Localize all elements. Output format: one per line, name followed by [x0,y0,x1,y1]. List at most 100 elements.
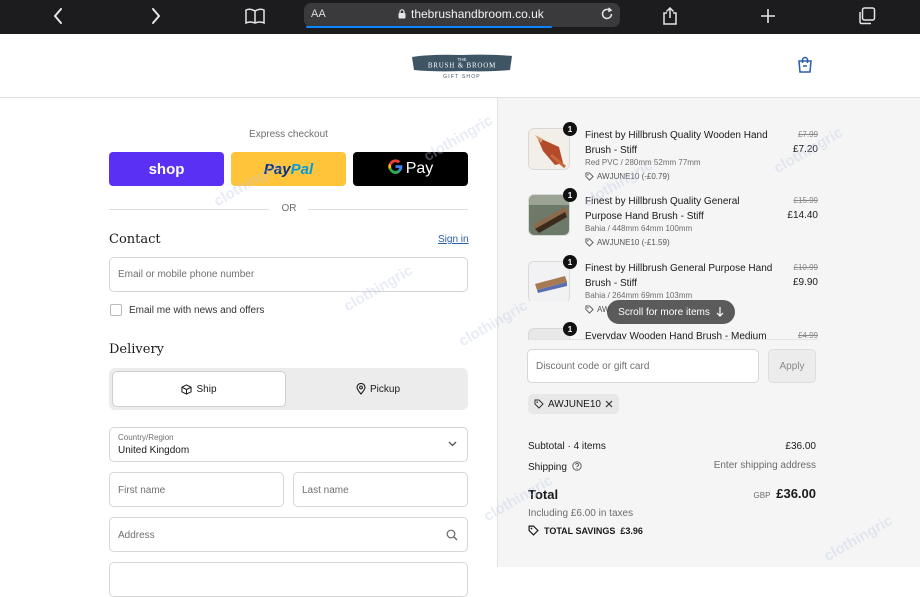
contact-heading: Contact [109,232,161,247]
country-value: United Kingdom [118,445,190,456]
sale-price: £9.90 [792,277,818,288]
tax-note: Including £6.00 in taxes [528,508,634,519]
sale-price: £7.20 [792,144,818,155]
share-icon[interactable] [658,5,682,27]
first-name-placeholder: First name [118,485,166,496]
paypal-button[interactable]: Pay Pal [231,152,346,186]
subtotal-value: £36.00 [785,441,816,452]
address-bar[interactable]: AA thebrushandbroom.co.uk [304,3,620,28]
or-label: OR [281,203,297,214]
delivery-method-toggle: Ship Pickup [109,368,468,410]
address-field[interactable]: Address [109,517,468,552]
quantity-badge: 1 [563,255,577,269]
product-discount: AWJUNE10 (-£0.79) [585,172,670,181]
sale-price: £14.40 [787,210,818,221]
product-name: Finest by Hillbrush General Purpose Hand… [585,263,773,289]
help-icon[interactable] [572,461,582,471]
newsletter-checkbox[interactable] [110,304,122,316]
quantity-badge: 1 [563,188,577,202]
discount-code-field[interactable]: Discount code or gift card [527,349,759,383]
country-select[interactable]: Country/Region United Kingdom [109,427,468,462]
store-header: THE BRUSH & BROOM GIFT SHOP [0,34,920,98]
country-field-label: Country/Region [118,433,174,442]
google-g-icon [387,159,403,179]
product-discount: AWJUNE10 (-£1.59) [585,238,670,247]
original-price: £15.99 [793,196,818,205]
shopping-bag-icon[interactable] [796,56,814,79]
express-checkout-label: Express checkout [249,129,328,140]
delivery-heading: Delivery [109,342,165,357]
savings-label: TOTAL SAVINGS [544,525,616,536]
product-image [528,128,570,170]
pickup-option[interactable]: Pickup [291,371,465,407]
shipping-row: Shipping Enter shipping address [528,460,816,473]
email-placeholder: Email or mobile phone number [118,269,255,280]
apply-label: Apply [779,360,805,372]
shop-pay-button[interactable]: shop [109,152,224,186]
shipping-value: Enter shipping address [713,460,816,471]
tag-icon [585,172,594,181]
chevron-down-icon [448,441,457,447]
product-variant: Bahia / 448mm 64mm 100mm [585,224,693,233]
subtotal-row: Subtotal · 4 items £36.00 [528,441,816,452]
first-name-field[interactable]: First name [109,472,284,507]
original-price: £4.99 [797,331,818,339]
brand-logo[interactable]: THE BRUSH & BROOM GIFT SHOP [410,52,514,82]
product-name: Everyday Wooden Hand Brush - Medium [585,331,767,339]
reader-aa-button[interactable]: AA [311,8,326,20]
logo-main-text: BRUSH & BROOM [428,62,496,70]
discount-placeholder: Discount code or gift card [536,361,650,372]
close-icon[interactable] [605,400,613,408]
list-divider [528,339,818,340]
reload-icon[interactable] [600,7,614,26]
or-divider: OR [109,202,468,216]
email-field[interactable]: Email or mobile phone number [109,257,468,292]
tag-icon [585,305,594,314]
apply-discount-button[interactable]: Apply [768,349,816,383]
quantity-badge: 1 [563,322,577,336]
scroll-hint-label: Scroll for more items [618,306,710,318]
product-name: Finest by Hillbrush Quality General Purp… [585,196,740,222]
ship-option[interactable]: Ship [112,371,286,407]
product-variant: Bahia / 264mm 69mm 103mm [585,291,693,300]
quantity-badge: 1 [563,122,577,136]
lock-icon [398,9,406,19]
product-image [528,194,570,236]
original-price: £7.99 [797,130,818,139]
product-image [528,261,570,301]
product-discount-text: AWJUNE10 (-£1.59) [597,238,670,247]
browser-toolbar: AA thebrushandbroom.co.uk [0,0,920,34]
cart-item: 1 Finest by Hillbrush Quality General Pu… [528,188,818,254]
box-icon [181,383,193,395]
url-text: thebrushandbroom.co.uk [411,7,544,21]
total-row: Total GBP £36.00 [528,486,816,507]
next-field-partial[interactable] [109,562,468,597]
currency-code: GBP [753,491,771,500]
total-value: £36.00 [776,486,816,501]
product-variant: Red PVC / 280mm 52mm 77mm [585,158,701,167]
tabs-overview-icon[interactable] [855,5,879,27]
tag-icon [528,525,539,536]
scroll-for-more-button[interactable]: Scroll for more items [607,300,735,324]
bookmarks-icon[interactable] [243,5,267,27]
newsletter-label: Email me with news and offers [129,305,265,316]
forward-icon[interactable] [144,5,168,27]
applied-code: AWJUNE10 [548,398,601,410]
google-pay-label: Pay [405,160,434,177]
order-summary: 1 Finest by Hillbrush Quality Wooden Han… [497,98,920,567]
product-discount-text: AWJUNE10 (-£0.79) [597,172,670,181]
sign-in-link[interactable]: Sign in [438,234,469,245]
checkout-form: Express checkout shop Pay Pal Pay OR Cont… [0,98,497,597]
last-name-field[interactable]: Last name [293,472,468,507]
address-placeholder: Address [118,530,155,541]
logo-sub-text: GIFT SHOP [443,74,481,80]
paypal-label-part2: Pal [290,160,314,178]
google-pay-button[interactable]: Pay [353,152,468,186]
shop-pay-label: shop [148,160,185,178]
applied-discount-chip: AWJUNE10 [528,394,619,414]
product-discount: AW [585,305,610,314]
arrow-down-icon [716,307,724,317]
pickup-label: Pickup [369,383,400,395]
new-tab-icon[interactable] [756,5,780,27]
back-icon[interactable] [46,5,70,27]
